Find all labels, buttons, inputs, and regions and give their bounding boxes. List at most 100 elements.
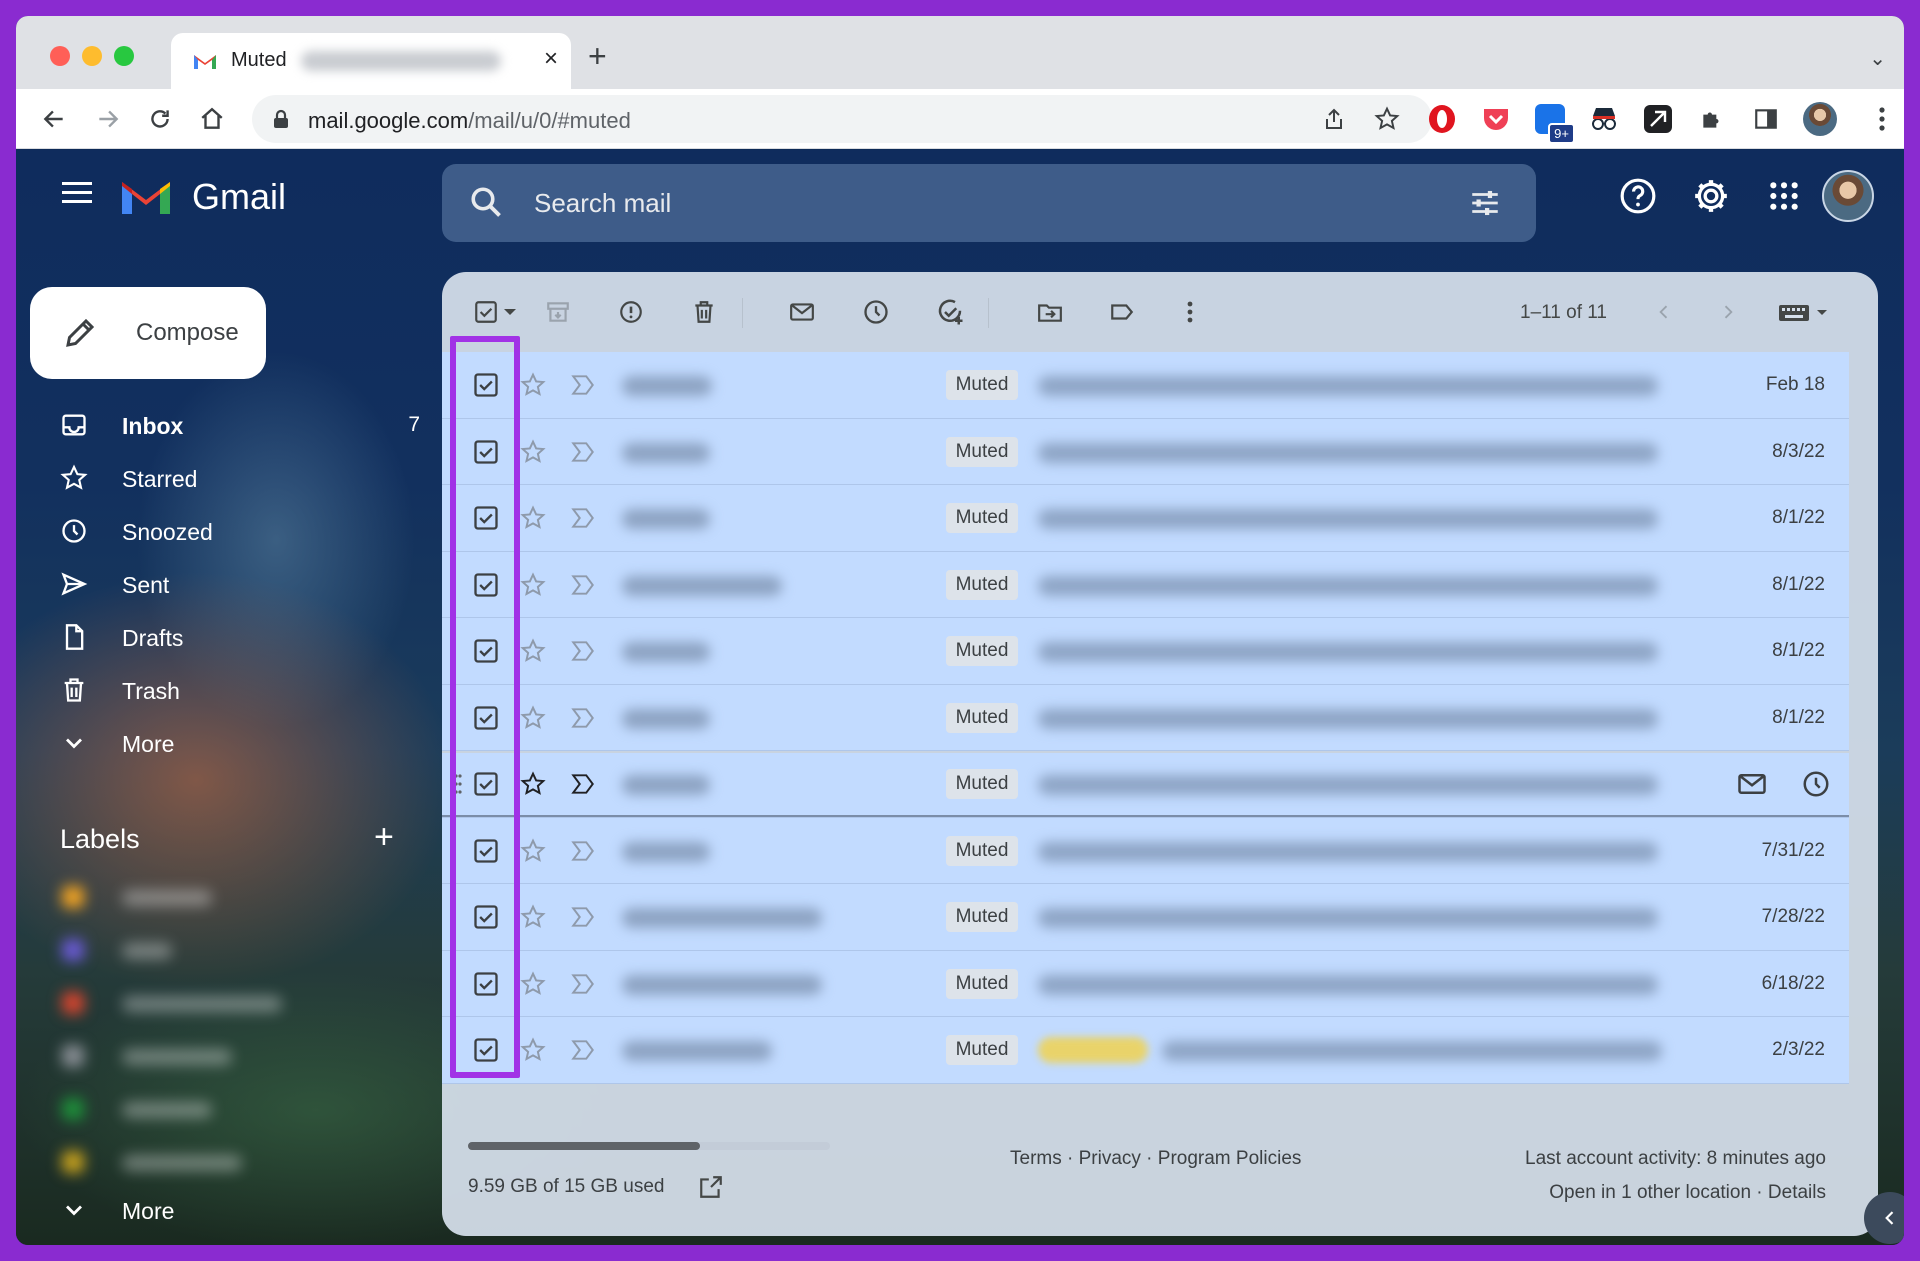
search-options-icon[interactable]: [1468, 186, 1502, 220]
hamburger-menu-icon[interactable]: [56, 172, 96, 212]
label-item[interactable]: [60, 1039, 320, 1069]
email-row[interactable]: Muted: [442, 751, 1849, 818]
star-icon[interactable]: [520, 638, 546, 664]
importance-marker-icon[interactable]: [570, 440, 596, 464]
star-icon[interactable]: [520, 571, 546, 598]
move-to-icon[interactable]: [1032, 294, 1068, 330]
forward-arrow-icon[interactable]: [90, 101, 126, 137]
label-item[interactable]: [60, 880, 320, 910]
search-bar[interactable]: Search mail: [442, 164, 1536, 242]
account-avatar[interactable]: [1822, 170, 1874, 222]
sidebar-item-snoozed[interactable]: Snoozed: [60, 511, 420, 551]
star-icon[interactable]: [520, 438, 546, 465]
browser-tab-muted[interactable]: Muted ×: [171, 33, 571, 89]
settings-gear-icon[interactable]: [1689, 174, 1733, 218]
reload-icon[interactable]: [142, 101, 178, 137]
new-tab-button[interactable]: +: [588, 38, 607, 75]
add-label-button[interactable]: +: [374, 818, 394, 857]
email-row[interactable]: Muted 7/31/22: [442, 817, 1849, 884]
email-row[interactable]: Muted 7/28/22: [442, 884, 1849, 951]
puzzle-extensions-icon[interactable]: [1694, 101, 1730, 137]
importance-marker-icon[interactable]: [570, 772, 596, 796]
other-location-details-link[interactable]: Open in 1 other location · Details: [1549, 1182, 1826, 1204]
bookmark-star-icon[interactable]: [1374, 106, 1400, 132]
importance-marker-icon[interactable]: [570, 639, 596, 663]
minimize-window-button[interactable]: [82, 46, 102, 66]
importance-marker-icon[interactable]: [570, 905, 596, 929]
email-row[interactable]: Muted 8/1/22: [442, 684, 1849, 751]
notification-extension-icon[interactable]: 9+: [1532, 101, 1575, 144]
delete-icon[interactable]: [686, 294, 722, 330]
label-item[interactable]: [60, 986, 320, 1016]
star-icon[interactable]: [520, 771, 546, 797]
next-page-icon[interactable]: [1710, 294, 1746, 330]
home-icon[interactable]: [194, 101, 230, 137]
report-spam-icon[interactable]: [613, 294, 649, 330]
email-row[interactable]: Muted 2/3/22: [442, 1017, 1849, 1084]
side-panel-toggle-button[interactable]: [1864, 1192, 1904, 1244]
footer-policy-links[interactable]: Terms · Privacy · Program Policies: [1010, 1148, 1301, 1170]
pocket-extension-icon[interactable]: [1478, 101, 1514, 137]
more-options-icon[interactable]: [1172, 294, 1208, 330]
search-input[interactable]: Search mail: [534, 188, 671, 219]
sidebar-item-trash[interactable]: Trash: [60, 670, 420, 710]
mark-as-unread-icon[interactable]: [1737, 769, 1767, 799]
tab-list-chevron-icon[interactable]: ⌄: [1869, 46, 1886, 71]
address-bar[interactable]: mail.google.com/mail/u/0/#muted: [252, 95, 1432, 143]
send-extension-icon[interactable]: [1640, 101, 1676, 137]
label-tag-icon[interactable]: [1104, 294, 1140, 330]
snooze-clock-icon[interactable]: [858, 294, 894, 330]
browser-menu-icon[interactable]: [1864, 101, 1900, 137]
star-icon[interactable]: [520, 837, 546, 864]
label-item[interactable]: [60, 1092, 320, 1122]
profile-avatar[interactable]: [1802, 101, 1838, 137]
email-row[interactable]: Muted 8/1/22: [442, 485, 1849, 552]
external-link-icon[interactable]: [698, 1174, 724, 1200]
email-row[interactable]: Muted 8/1/22: [442, 551, 1849, 618]
apps-grid-icon[interactable]: [1762, 174, 1806, 218]
sidebar-item-starred[interactable]: Starred: [60, 458, 420, 498]
add-to-tasks-icon[interactable]: [932, 294, 968, 330]
help-icon[interactable]: [1616, 174, 1660, 218]
side-panel-icon[interactable]: [1748, 101, 1784, 137]
sidebar-item-drafts[interactable]: Drafts: [60, 617, 420, 657]
star-icon[interactable]: [520, 372, 546, 398]
previous-page-icon[interactable]: [1646, 294, 1682, 330]
sidebar-item-sent[interactable]: Sent: [60, 564, 420, 604]
maximize-window-button[interactable]: [114, 46, 134, 66]
importance-marker-icon[interactable]: [570, 1038, 596, 1062]
select-dropdown-caret-icon[interactable]: [498, 294, 522, 330]
close-window-button[interactable]: [50, 46, 70, 66]
mark-as-unread-icon[interactable]: [784, 294, 820, 330]
labels-more[interactable]: More: [60, 1190, 420, 1230]
email-row[interactable]: Muted Feb 18: [442, 352, 1849, 419]
opera-extension-icon[interactable]: [1424, 101, 1460, 137]
label-item[interactable]: [60, 1145, 320, 1175]
back-arrow-icon[interactable]: [36, 101, 72, 137]
share-icon[interactable]: [1322, 107, 1346, 131]
importance-marker-icon[interactable]: [570, 506, 596, 530]
email-row[interactable]: Muted 8/3/22: [442, 418, 1849, 485]
snooze-clock-icon[interactable]: [1801, 769, 1831, 799]
archive-icon[interactable]: [540, 294, 576, 330]
star-icon[interactable]: [520, 1037, 546, 1063]
sidebar-item-more[interactable]: More: [60, 723, 420, 763]
importance-marker-icon[interactable]: [570, 839, 596, 863]
star-icon[interactable]: [520, 704, 546, 731]
email-row[interactable]: Muted 8/1/22: [442, 618, 1849, 685]
gmail-logo-icon[interactable]: [120, 176, 172, 216]
importance-marker-icon[interactable]: [570, 373, 596, 397]
input-tools-keyboard-icon[interactable]: [1774, 294, 1834, 330]
sidebar-item-inbox[interactable]: Inbox 7: [60, 405, 420, 445]
importance-marker-icon[interactable]: [570, 972, 596, 996]
star-icon[interactable]: [520, 904, 546, 930]
importance-marker-icon[interactable]: [570, 573, 596, 597]
email-row[interactable]: Muted 6/18/22: [442, 950, 1849, 1017]
star-icon[interactable]: [520, 505, 546, 531]
importance-marker-icon[interactable]: [570, 706, 596, 730]
compose-button[interactable]: Compose: [30, 287, 266, 379]
search-icon[interactable]: [468, 184, 504, 220]
tab-close-icon[interactable]: ×: [537, 45, 565, 73]
incognito-extension-icon[interactable]: [1586, 101, 1622, 137]
star-icon[interactable]: [520, 970, 546, 997]
